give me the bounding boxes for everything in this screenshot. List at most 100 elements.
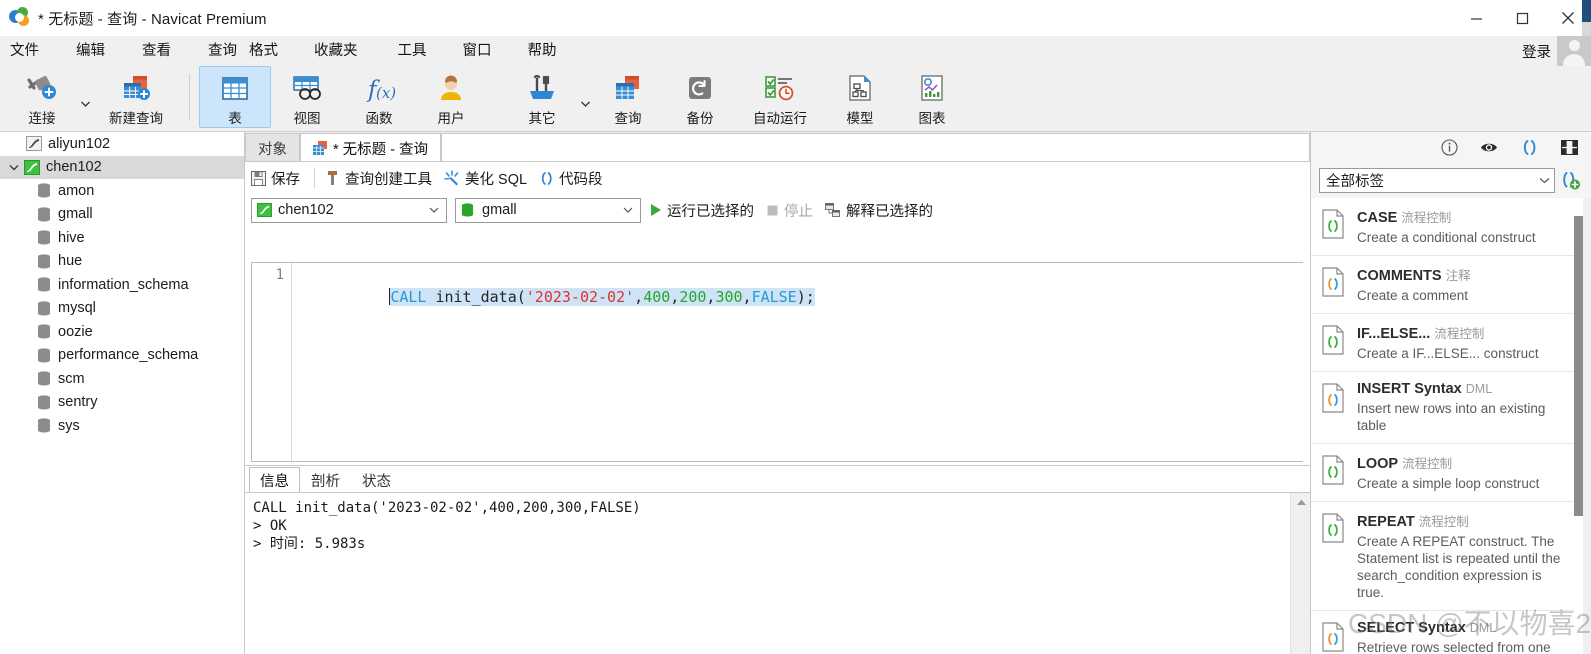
tree-node-label: performance_schema xyxy=(58,347,199,364)
database-icon xyxy=(37,418,51,433)
info-icon[interactable] xyxy=(1439,137,1459,157)
toolbar-button-new-query[interactable]: 新建查询 xyxy=(92,66,180,130)
toolbar-button-others[interactable]: 其它 xyxy=(506,66,578,130)
snippet-item-case[interactable]: CASE 流程控制 Create a conditional construct xyxy=(1311,198,1574,256)
tree-node-sys[interactable]: sys xyxy=(0,414,244,438)
menu-item-query[interactable]: 查询 xyxy=(208,36,237,66)
chevron-down-icon[interactable] xyxy=(620,207,636,213)
menu-item-tools[interactable]: 工具 xyxy=(398,36,427,66)
add-snippet-button[interactable] xyxy=(1555,170,1585,190)
scroll-up-arrow-icon[interactable] xyxy=(1291,493,1311,511)
navicat-logo-icon xyxy=(9,7,31,29)
results-tab-strip: 信息 剖析 状态 xyxy=(245,466,1310,493)
menu-item-format[interactable]: 格式 xyxy=(249,36,278,66)
beautify-sql-button[interactable]: 美化 SQL xyxy=(444,168,527,189)
sql-editor[interactable]: 1 CALL init_data('2023-02-02',400,200,30… xyxy=(251,262,1303,462)
menu-item-window[interactable]: 窗口 xyxy=(463,36,492,66)
toolbar-button-user[interactable]: 用户 xyxy=(415,66,487,130)
menu-item-favorites[interactable]: 收藏夹 xyxy=(314,36,358,66)
snippet-scrollbar-thumb[interactable] xyxy=(1574,216,1583,516)
explain-icon xyxy=(825,202,841,218)
database-icon xyxy=(37,324,51,339)
connection-select[interactable]: chen102 xyxy=(251,197,447,223)
snippet-tag-select[interactable]: 全部标签 xyxy=(1319,167,1555,193)
chevron-down-icon[interactable] xyxy=(426,207,442,213)
tree-node-aliyun102[interactable]: aliyun102 xyxy=(0,132,244,156)
toolbar-label-automation: 自动运行 xyxy=(753,111,807,126)
user-avatar-icon[interactable] xyxy=(1557,36,1591,66)
tree-node-label: oozie xyxy=(58,323,93,340)
snippet-green-icon xyxy=(1321,455,1347,487)
menu-item-help[interactable]: 帮助 xyxy=(528,36,557,66)
results-tab-status[interactable]: 状态 xyxy=(351,467,402,493)
menu-item-edit[interactable]: 编辑 xyxy=(76,36,105,66)
tree-node-mysql[interactable]: mysql xyxy=(0,297,244,321)
maximize-icon[interactable] xyxy=(1499,0,1545,36)
tree-node-gmall[interactable]: gmall xyxy=(0,203,244,227)
results-tab-profile[interactable]: 剖析 xyxy=(300,467,351,493)
database-green-icon xyxy=(461,203,477,217)
toolbar-button-model[interactable]: 模型 xyxy=(824,66,896,130)
tab-untitled-query[interactable]: * 无标题 - 查询 xyxy=(300,133,442,162)
snippet-list[interactable]: CASE 流程控制 Create a conditional construct … xyxy=(1311,198,1591,654)
tree-node-chen102[interactable]: chen102 xyxy=(0,155,244,179)
menu-item-view[interactable]: 查看 xyxy=(142,36,171,66)
results-tab-label: 剖析 xyxy=(311,474,340,490)
tree-node-hue[interactable]: hue xyxy=(0,250,244,274)
menu-item-file[interactable]: 文件 xyxy=(10,36,39,66)
snippet-description: Create a comment xyxy=(1357,288,1469,303)
results-tab-info[interactable]: 信息 xyxy=(249,467,300,493)
tree-node-scm[interactable]: scm xyxy=(0,367,244,391)
snippet-scrollbar[interactable] xyxy=(1574,198,1583,654)
snippet-item-repeat[interactable]: REPEAT 流程控制 Create A REPEAT construct. Th… xyxy=(1311,502,1574,611)
snippet-item-if-else[interactable]: IF...ELSE... 流程控制 Create a IF...ELSE... c… xyxy=(1311,314,1574,372)
code-snippet-button[interactable]: 代码段 xyxy=(539,168,603,189)
snippet-item-comments[interactable]: COMMENTS 注释 Create a comment xyxy=(1311,256,1574,314)
login-link[interactable]: 登录 xyxy=(1522,41,1551,62)
chevron-down-icon[interactable] xyxy=(4,164,24,171)
query-builder-button[interactable]: 查询创建工具 xyxy=(325,168,432,189)
tree-node-amon[interactable]: amon xyxy=(0,179,244,203)
snippet-green-icon xyxy=(1321,325,1347,357)
toolbar-connection-dropdown[interactable] xyxy=(78,66,92,130)
results-panel: 信息 剖析 状态 CALL init_data('2023-02-02',400… xyxy=(245,465,1310,654)
tree-node-performance-schema[interactable]: performance_schema xyxy=(0,344,244,368)
tree-node-sentry[interactable]: sentry xyxy=(0,391,244,415)
tree-node-information-schema[interactable]: information_schema xyxy=(0,273,244,297)
snippet-item-loop[interactable]: LOOP 流程控制 Create a simple loop construct xyxy=(1311,444,1574,502)
toolbar-button-function[interactable]: f (x) 函数 xyxy=(343,66,415,130)
toolbar-button-view[interactable]: 视图 xyxy=(271,66,343,130)
toolbar-button-chart[interactable]: 图表 xyxy=(896,66,968,130)
results-vertical-scrollbar[interactable] xyxy=(1290,493,1310,654)
code-snippet-icon[interactable] xyxy=(1519,137,1539,157)
toolbar-button-table[interactable]: 表 xyxy=(199,66,271,128)
chevron-down-icon[interactable] xyxy=(1539,172,1550,188)
toolbar-button-query[interactable]: 查询 xyxy=(592,66,664,130)
navicat-premium-window: * 无标题 - 查询 - Navicat Premium 文件 编辑 查看 查询… xyxy=(0,0,1591,654)
toolbar-button-backup[interactable]: 备份 xyxy=(664,66,736,130)
tree-node-oozie[interactable]: oozie xyxy=(0,320,244,344)
explain-selected-button[interactable]: 解释已选择的 xyxy=(825,200,933,221)
connection-tree-sidebar[interactable]: aliyun102 chen102 amon gmall hive hue in… xyxy=(0,132,245,654)
toolbar-button-connection[interactable]: 连接 xyxy=(6,66,78,130)
toolbar-label-others: 其它 xyxy=(528,111,556,126)
sql-code-area[interactable]: CALL init_data('2023-02-02',400,200,300,… xyxy=(292,263,1303,461)
tab-objects[interactable]: 对象 xyxy=(245,133,300,162)
view-icon xyxy=(291,70,323,106)
snippet-item-insert-syntax[interactable]: INSERT Syntax DML Insert new rows into an… xyxy=(1311,372,1574,444)
sql-token-lparen: ( xyxy=(516,288,526,306)
run-selected-button[interactable]: 运行已选择的 xyxy=(649,200,754,221)
eye-icon[interactable] xyxy=(1479,137,1499,157)
toolbar-others-dropdown[interactable] xyxy=(578,66,592,130)
snippet-item-select-syntax[interactable]: SELECT Syntax DML Retrieve rows selected … xyxy=(1311,611,1574,654)
automation-icon xyxy=(763,70,797,106)
snippet-title: INSERT Syntax xyxy=(1357,381,1462,397)
database-select[interactable]: gmall xyxy=(455,197,641,223)
toolbar-button-automation[interactable]: 自动运行 xyxy=(736,66,824,130)
minimize-icon[interactable] xyxy=(1453,0,1499,36)
snippet-filter-row: 全部标签 xyxy=(1311,162,1591,198)
title-bar: * 无标题 - 查询 - Navicat Premium xyxy=(0,0,1591,36)
save-button[interactable]: 保存 xyxy=(251,168,300,189)
tree-node-hive[interactable]: hive xyxy=(0,226,244,250)
grid-icon[interactable] xyxy=(1559,137,1579,157)
